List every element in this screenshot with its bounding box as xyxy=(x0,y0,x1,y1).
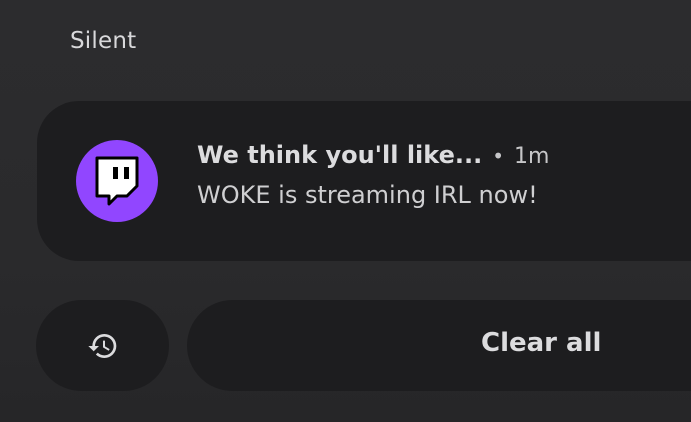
twitch-glyph-icon xyxy=(95,156,139,206)
section-header-silent: Silent xyxy=(70,28,137,54)
notification-separator: • xyxy=(492,144,505,168)
notification-history-button[interactable] xyxy=(36,300,169,391)
clear-all-label: Clear all xyxy=(481,328,602,358)
history-icon xyxy=(87,333,116,358)
notification-body: WOKE is streaming IRL now! xyxy=(197,181,538,209)
notification-title: We think you'll like... xyxy=(197,141,483,169)
notification-card[interactable]: We think you'll like... • 1m WOKE is str… xyxy=(37,101,691,261)
notification-shade: Silent We think you'll like... • 1m WOKE… xyxy=(0,0,691,422)
notification-timestamp: 1m xyxy=(514,144,550,169)
twitch-icon xyxy=(76,140,158,222)
clear-all-button[interactable]: Clear all xyxy=(187,300,691,391)
notification-header: We think you'll like... • 1m xyxy=(197,141,549,169)
